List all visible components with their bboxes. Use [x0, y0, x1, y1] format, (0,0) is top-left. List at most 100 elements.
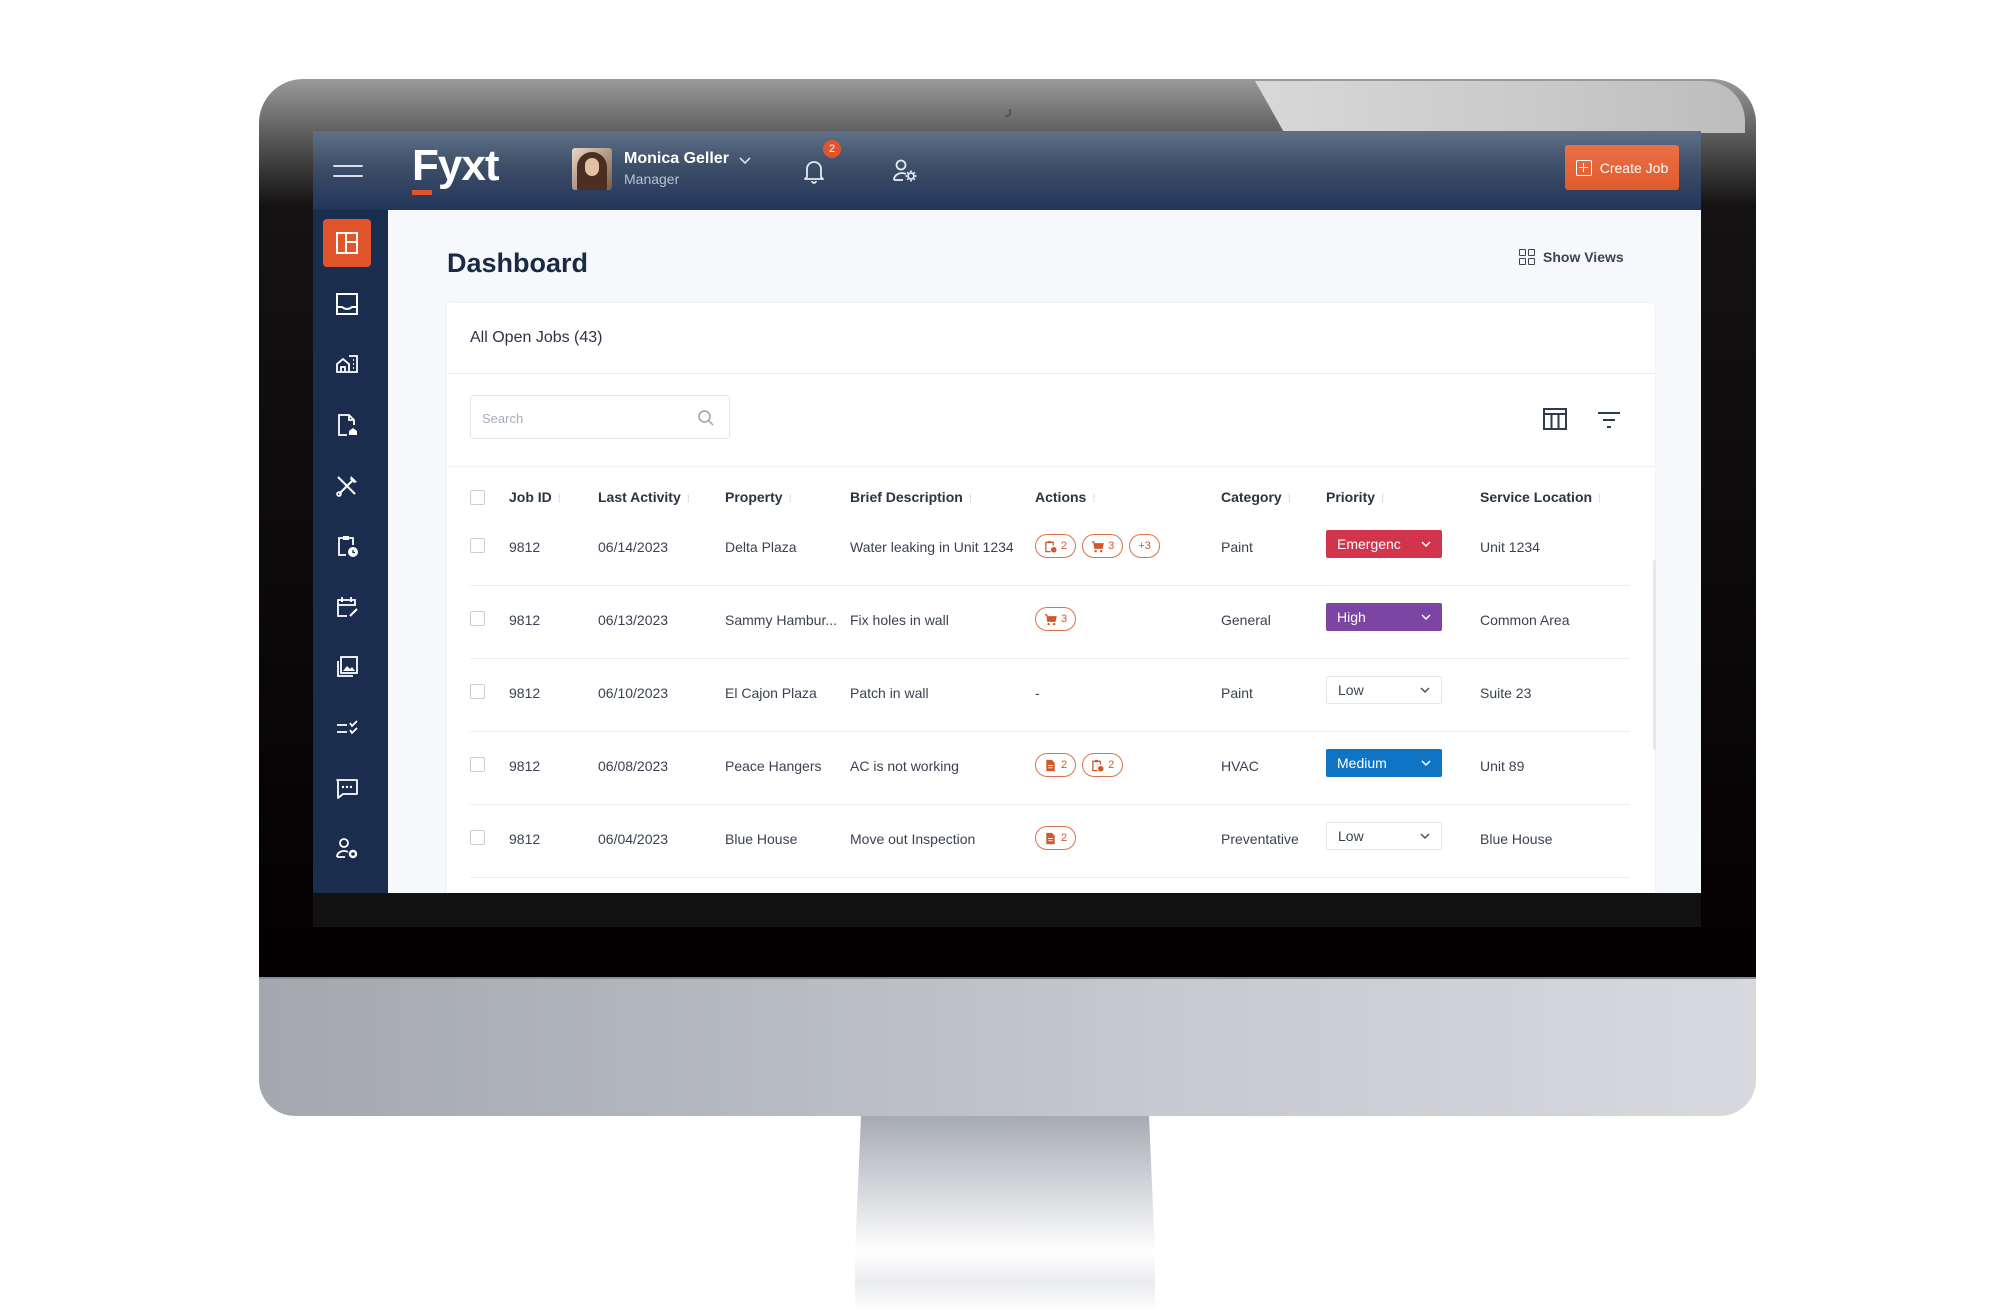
divider — [447, 373, 1655, 374]
search-field[interactable] — [470, 395, 730, 439]
page-title: Dashboard — [447, 248, 589, 278]
column-header-category[interactable]: Category ⁞ — [1221, 489, 1291, 505]
table-row[interactable]: 9812 06/04/2023 Blue House Move out Inspect… — [447, 805, 1655, 878]
column-header-priority[interactable]: Priority ⁞ — [1326, 489, 1384, 505]
row-checkbox[interactable] — [470, 757, 485, 772]
logo: Fyxt — [412, 141, 499, 190]
avatar — [572, 148, 612, 190]
create-job-button[interactable]: Create Job — [1565, 145, 1679, 190]
divider — [447, 466, 1655, 467]
table-row[interactable]: 9812 06/14/2023 Delta Plaza Water leaking i… — [447, 513, 1655, 586]
show-views-button[interactable]: Show Views — [1519, 249, 1624, 265]
priority-value: Low — [1338, 682, 1364, 698]
sidebar-item-calendar[interactable] — [323, 583, 371, 631]
action-pill[interactable]: 2 — [1035, 534, 1077, 558]
priority-value: Low — [1338, 828, 1364, 844]
table-row[interactable]: 9812 06/10/2023 El Cajon Plaza Patch in wal… — [447, 659, 1655, 732]
priority-dropdown[interactable]: Low — [1326, 676, 1442, 704]
action-pill[interactable]: 2 — [1082, 753, 1124, 777]
row-checkbox[interactable] — [470, 611, 485, 626]
sidebar-item-leases[interactable] — [323, 401, 371, 449]
notification-badge: 2 — [823, 140, 841, 158]
chevron-down-icon — [1421, 541, 1431, 548]
search-input[interactable] — [482, 407, 682, 429]
column-header-property[interactable]: Property ⁞ — [725, 489, 792, 505]
cart-icon — [1091, 540, 1104, 553]
action-pill[interactable]: +3 — [1129, 534, 1160, 558]
card-title: All Open Jobs (43) — [470, 329, 603, 346]
action-pill[interactable]: 2 — [1035, 753, 1077, 777]
priority-dropdown[interactable]: High — [1326, 603, 1442, 631]
properties-icon — [336, 355, 358, 373]
property: Blue House — [725, 831, 798, 847]
chevron-down-icon — [1421, 760, 1431, 767]
user-info: Monica Geller Manager — [624, 149, 729, 189]
topbar: Fyxt Monica Geller Manager 2 Create Job — [313, 131, 1701, 210]
service-location: Unit 1234 — [1480, 539, 1540, 555]
action-count: 3 — [1061, 613, 1068, 625]
user-menu[interactable]: Monica Geller Manager — [572, 145, 751, 193]
chevron-down-icon — [1420, 687, 1430, 694]
priority-dropdown[interactable]: Medium — [1326, 749, 1442, 777]
table-row[interactable]: 9812 06/08/2023 Peace Hangers AC is not wor… — [447, 732, 1655, 805]
clipboard-clock-icon — [338, 536, 358, 557]
monitor-chin — [259, 979, 1756, 1116]
table-row[interactable]: 9812 06/13/2023 Sammy Hambur... Fix holes i… — [447, 586, 1655, 659]
search-icon[interactable] — [697, 409, 715, 427]
sidebar-item-properties[interactable] — [323, 340, 371, 388]
sidebar-item-jobs[interactable] — [323, 462, 371, 510]
select-all-checkbox[interactable] — [470, 490, 485, 505]
leases-icon — [338, 414, 357, 436]
clipboard-clock-icon — [1091, 759, 1104, 772]
column-header-last-activity[interactable]: Last Activity ⁞ — [598, 489, 690, 505]
column-header-job-id[interactable]: Job ID ⁞ — [509, 489, 561, 505]
sidebar-item-settings[interactable] — [323, 825, 371, 873]
open-jobs-card: All Open Jobs (43) Job ID⁞ Last Activity… — [447, 303, 1655, 893]
action-pill[interactable]: 3 — [1082, 534, 1124, 558]
user-settings-icon[interactable] — [891, 157, 919, 185]
row-checkbox[interactable] — [470, 684, 485, 699]
monitor-stand — [855, 1116, 1155, 1312]
row-checkbox[interactable] — [470, 538, 485, 553]
table-scrollbar[interactable] — [1653, 560, 1656, 750]
actions-cell: 22 — [1035, 753, 1129, 777]
action-count: +3 — [1138, 540, 1151, 552]
calendar-edit-icon — [337, 597, 358, 617]
menu-icon[interactable] — [333, 165, 363, 177]
category: Paint — [1221, 539, 1253, 555]
grid-view-icon — [1519, 249, 1535, 265]
priority-dropdown[interactable]: Low — [1326, 822, 1442, 850]
sidebar-item-dashboard[interactable] — [323, 219, 371, 267]
sidebar-item-checklists[interactable] — [323, 704, 371, 752]
property: Peace Hangers — [725, 758, 822, 774]
table-columns-icon[interactable] — [1543, 408, 1567, 430]
filter-icon[interactable] — [1597, 411, 1621, 429]
gallery-icon — [337, 656, 358, 677]
action-count: 3 — [1108, 540, 1115, 552]
sidebar-item-planned-maintenance[interactable] — [323, 522, 371, 570]
row-checkbox[interactable] — [470, 830, 485, 845]
action-pill[interactable]: 3 — [1035, 607, 1077, 631]
clipboard-clock-icon — [1044, 540, 1057, 553]
column-header-actions[interactable]: Actions ⁞ — [1035, 489, 1095, 505]
sidebar-item-gallery[interactable] — [323, 643, 371, 691]
service-location: Suite 23 — [1480, 685, 1532, 701]
priority-value: Medium — [1337, 755, 1387, 771]
column-header-service-location[interactable]: Service Location ⁞ — [1480, 489, 1601, 505]
checklist-icon — [337, 720, 358, 735]
sidebar-item-inbox[interactable] — [323, 280, 371, 328]
actions-cell: 2 3 +3 — [1035, 534, 1166, 558]
action-pill[interactable]: 2 — [1035, 826, 1077, 850]
main-content: Dashboard Show Views All Open Jobs (43) … — [388, 210, 1701, 893]
chevron-down-icon — [1420, 833, 1430, 840]
job-id: 9812 — [509, 539, 541, 555]
sidebar — [313, 210, 388, 893]
column-header-brief-description[interactable]: Brief Description ⁞ — [850, 489, 972, 505]
document-icon — [1044, 759, 1057, 772]
priority-dropdown[interactable]: Emergenc — [1326, 530, 1442, 558]
bell-icon[interactable] — [801, 157, 827, 185]
last-activity: 06/14/2023 — [598, 539, 669, 555]
sidebar-item-messages[interactable] — [323, 765, 371, 813]
job-id: 9812 — [509, 758, 541, 774]
last-activity: 06/13/2023 — [598, 612, 669, 628]
